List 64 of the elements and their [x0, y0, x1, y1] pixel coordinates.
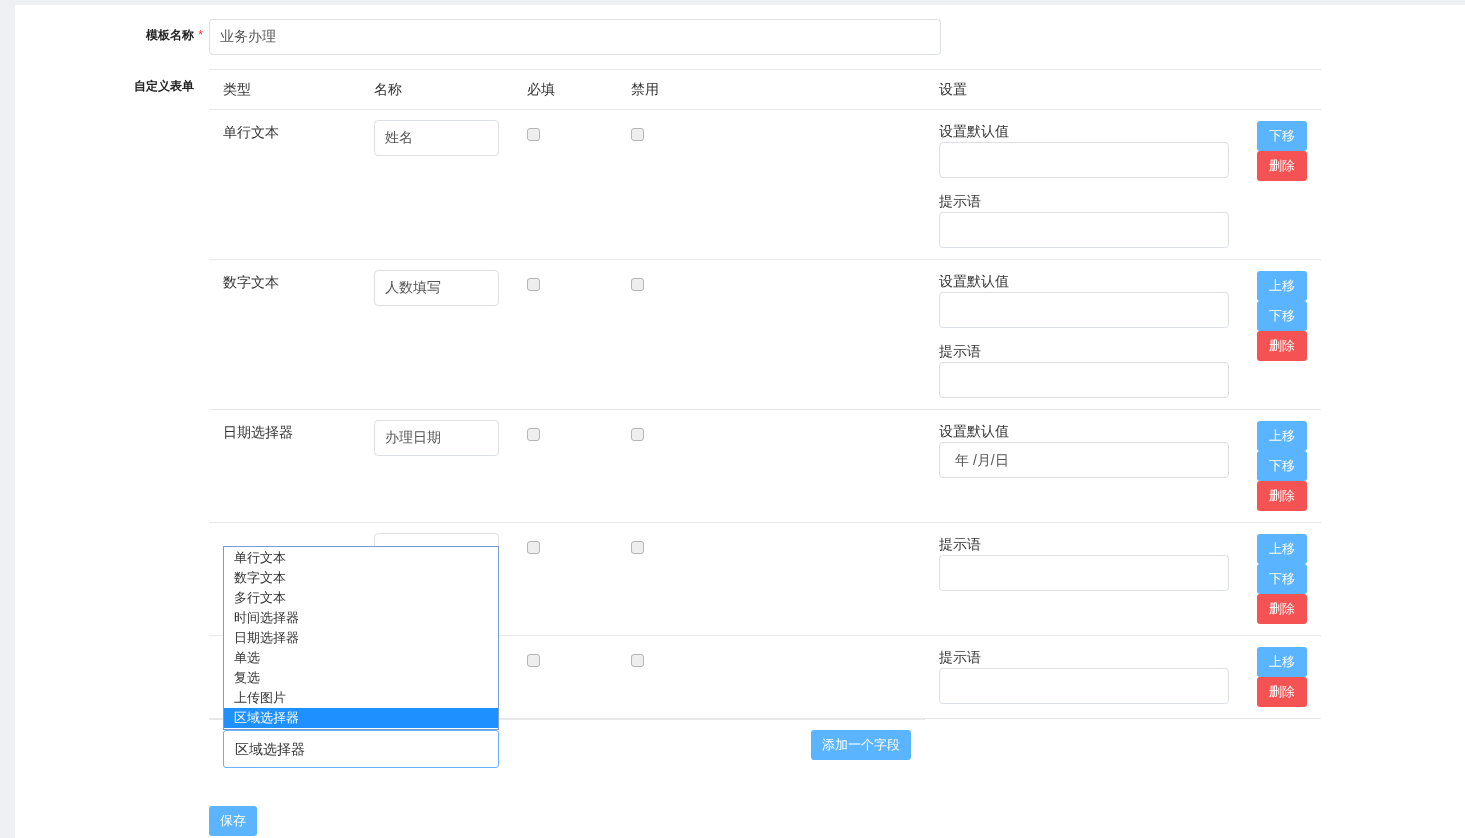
required-mark: * [198, 27, 203, 44]
select-field[interactable]: 区域选择器 [223, 730, 499, 768]
delete-button[interactable]: 删除 [1257, 481, 1307, 511]
column-header: 禁用 [631, 81, 659, 97]
dropdown-option[interactable]: 多行文本 [224, 588, 498, 608]
move-button[interactable]: 上移 [1257, 647, 1307, 677]
setting-label: 设置默认值 [939, 122, 1009, 141]
move-button[interactable]: 上移 [1257, 534, 1307, 564]
dropdown-option[interactable]: 单行文本 [224, 548, 498, 568]
input-field[interactable] [939, 212, 1229, 248]
setting-label: 设置默认值 [939, 272, 1009, 291]
input-field[interactable] [939, 668, 1229, 704]
column-header: 名称 [374, 81, 402, 97]
checkbox[interactable] [527, 654, 540, 667]
field-type: 单行文本 [223, 124, 279, 140]
delete-button[interactable]: 删除 [1257, 151, 1307, 181]
dropdown-option[interactable]: 时间选择器 [224, 608, 498, 628]
column-header: 设置 [939, 81, 967, 97]
dropdown-option[interactable]: 复选 [224, 668, 498, 688]
move-button[interactable]: 下移 [1257, 451, 1307, 481]
dropdown-option[interactable]: 区域选择器 [224, 708, 498, 728]
input-field[interactable] [939, 362, 1229, 398]
move-button[interactable]: 下移 [1257, 301, 1307, 331]
delete-button[interactable]: 删除 [1257, 331, 1307, 361]
column-header: 类型 [223, 81, 251, 97]
save-button[interactable]: 保存 [209, 806, 257, 836]
checkbox[interactable] [631, 428, 644, 441]
input-field[interactable]: 姓名 [374, 120, 499, 156]
move-button[interactable]: 下移 [1257, 564, 1307, 594]
input-field[interactable]: 办理日期 [374, 420, 499, 456]
checkbox[interactable] [527, 541, 540, 554]
setting-label: 提示语 [939, 648, 981, 667]
field-label: 自定义表单 [134, 78, 194, 95]
input-field[interactable]: 人数填写 [374, 270, 499, 306]
delete-button[interactable]: 删除 [1257, 677, 1307, 707]
checkbox[interactable] [631, 654, 644, 667]
field-type: 数字文本 [223, 274, 279, 290]
field-label: 模板名称 [146, 27, 195, 44]
move-button[interactable]: 上移 [1257, 421, 1307, 451]
move-button[interactable]: 下移 [1257, 121, 1307, 151]
dropdown-option[interactable]: 单选 [224, 648, 498, 668]
dropdown-option[interactable]: 上传图片 [224, 688, 498, 708]
input-field[interactable]: 业务办理 [209, 19, 941, 55]
checkbox[interactable] [631, 128, 644, 141]
dropdown-option[interactable]: 数字文本 [224, 568, 498, 588]
dropdown-option[interactable]: 日期选择器 [224, 628, 498, 648]
input-field[interactable] [939, 292, 1229, 328]
input-field[interactable] [939, 555, 1229, 591]
date-field[interactable]: 年 /月/日 [939, 442, 1229, 478]
delete-button[interactable]: 删除 [1257, 594, 1307, 624]
setting-label: 提示语 [939, 192, 981, 211]
checkbox[interactable] [527, 278, 540, 291]
checkbox[interactable] [527, 128, 540, 141]
field-type: 日期选择器 [223, 424, 293, 440]
add-field-button[interactable]: 添加一个字段 [811, 730, 911, 760]
setting-label: 设置默认值 [939, 422, 1009, 441]
checkbox[interactable] [631, 541, 644, 554]
setting-label: 提示语 [939, 342, 981, 361]
move-button[interactable]: 上移 [1257, 271, 1307, 301]
column-header: 必填 [527, 81, 555, 97]
input-field[interactable] [939, 142, 1229, 178]
checkbox[interactable] [527, 428, 540, 441]
checkbox[interactable] [631, 278, 644, 291]
setting-label: 提示语 [939, 535, 981, 554]
